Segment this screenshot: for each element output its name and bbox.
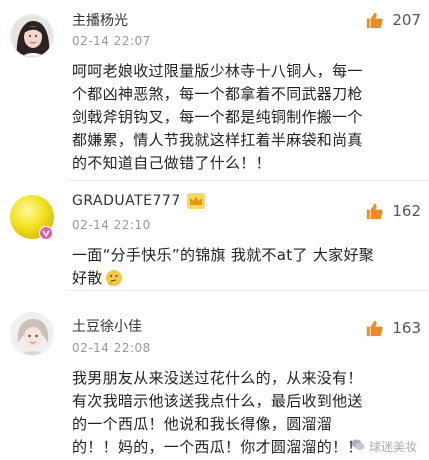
comment-line: 一面“分手快乐”的锦旗 我就不at了 大家好聚: [72, 246, 375, 264]
comment-line-text: 好散: [72, 269, 103, 287]
like-count: 163: [392, 319, 421, 337]
username[interactable]: 主播杨光: [72, 10, 128, 30]
comment-line: 好散: [72, 267, 422, 290]
timestamp: 02-14 22:10: [72, 218, 151, 232]
watermark-text: 球迷美妆: [368, 440, 417, 454]
like-button[interactable]: 162: [365, 201, 421, 221]
avatar[interactable]: [10, 312, 54, 356]
thumbs-up-icon: [365, 319, 384, 338]
username[interactable]: 土豆徐小佳: [72, 316, 142, 336]
comment-text: 呵呵老娘收过限量版少林寺十八铜人，每一 个都凶神恶煞，每一个都拿着不同武器刀枪 …: [72, 60, 422, 175]
like-button[interactable]: 207: [365, 10, 421, 30]
like-count: 207: [392, 11, 421, 29]
timestamp: 02-14 22:07: [72, 34, 151, 48]
comment-item: 土豆徐小佳 02-14 22:08 163 我男朋友从来没送过花什么的，从来没有…: [0, 291, 429, 460]
comment-line: 个都凶神恶煞，每一个都拿着不同武器刀枪: [72, 85, 363, 103]
comment-item: GRADUATE777 02-14 22:10 162 一面“分手快乐”的锦旗 …: [0, 181, 429, 291]
username-text: GRADUATE777: [72, 193, 181, 209]
timestamp: 02-14 22:08: [72, 341, 151, 355]
comment-item: 主播杨光 02-14 22:07 207 呵呵老娘收过限量版少林寺十八铜人，每一…: [0, 0, 429, 181]
crown-badge-icon: [186, 193, 205, 209]
comment-line: 呵呵老娘收过限量版少林寺十八铜人，每一: [72, 62, 363, 80]
avatar[interactable]: [10, 195, 54, 240]
thumbs-up-icon: [365, 11, 384, 30]
comment-line: 我男朋友从来没送过花什么的，从来没有！: [72, 369, 363, 387]
comment-line: 有次我暗示他该送我点什么，最后收到他送: [72, 392, 363, 410]
watermark: 球迷美妆: [351, 438, 417, 455]
thinking-face-icon: [105, 269, 123, 287]
comment-line: 的不知道自己做错了什么！！: [72, 154, 271, 172]
like-button[interactable]: 163: [365, 318, 421, 338]
like-count: 162: [392, 202, 421, 220]
wechat-icon: [351, 438, 369, 455]
username[interactable]: GRADUATE777: [72, 193, 205, 209]
comment-text: 一面“分手快乐”的锦旗 我就不at了 大家好聚 好散: [72, 244, 422, 290]
comment-line: 的一个西瓜！他说和我长得像，圆溜溜: [72, 415, 333, 433]
avatar[interactable]: [10, 14, 54, 58]
thumbs-up-icon: [365, 202, 384, 221]
comment-line: 都嫌累，情人节我就这样扛着半麻袋和尚真: [72, 131, 363, 149]
comment-line: 剑戟斧钥钩叉，每一个都是纯铜制作搬一个: [72, 108, 363, 126]
